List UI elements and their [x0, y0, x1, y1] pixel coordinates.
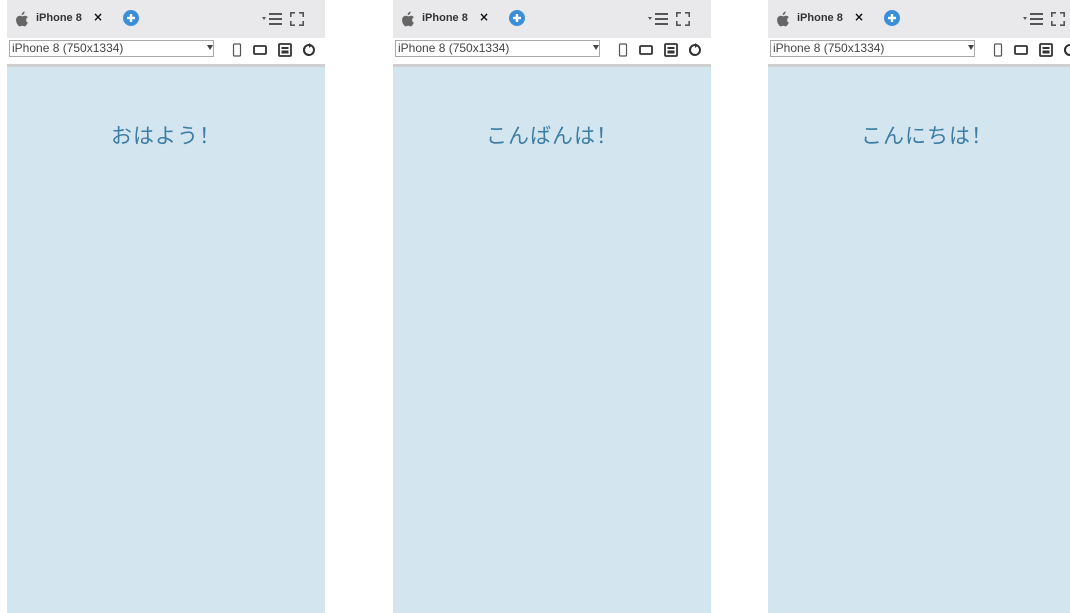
rotate-icon[interactable] — [688, 43, 702, 57]
add-tab-icon[interactable] — [509, 10, 525, 26]
close-tab-button[interactable]: × — [479, 10, 489, 24]
device-panel-2: iPhone 8 × iPhone 8 (750x1334) こんばんは！ — [393, 0, 711, 613]
tab-label: iPhone 8 — [797, 12, 843, 24]
device-toolbar: iPhone 8 (750x1334) — [768, 38, 1070, 67]
device-panel-3: iPhone 8 × iPhone 8 (750x1334) こんにちは！ — [768, 0, 1070, 613]
greeting-text: こんにちは！ — [861, 124, 993, 148]
expand-icon[interactable] — [290, 12, 304, 26]
device-toolbar: iPhone 8 (750x1334) — [393, 38, 711, 67]
chevron-down-icon — [207, 45, 213, 50]
screenshot-icon[interactable] — [278, 43, 292, 57]
device-tab[interactable]: iPhone 8 × — [393, 0, 494, 38]
add-tab-icon[interactable] — [884, 10, 900, 26]
rotate-icon[interactable] — [1063, 43, 1070, 57]
portrait-icon[interactable] — [230, 43, 244, 57]
device-tab[interactable]: iPhone 8 × — [7, 0, 108, 38]
chevron-down-icon — [593, 45, 599, 50]
expand-icon[interactable] — [1051, 12, 1065, 26]
portrait-icon[interactable] — [616, 43, 630, 57]
menu-icon[interactable] — [1023, 12, 1045, 26]
apple-icon — [16, 11, 28, 27]
device-select[interactable]: iPhone 8 (750x1334) — [9, 40, 214, 57]
landscape-icon[interactable] — [639, 43, 653, 57]
tab-label: iPhone 8 — [422, 12, 468, 24]
device-tab[interactable]: iPhone 8 × — [768, 0, 869, 38]
device-select[interactable]: iPhone 8 (750x1334) — [395, 40, 600, 57]
device-viewport: おはよう！ — [7, 67, 325, 613]
add-tab-icon[interactable] — [123, 10, 139, 26]
expand-icon[interactable] — [676, 12, 690, 26]
portrait-icon[interactable] — [991, 43, 1005, 57]
emulator-stage: iPhone 8 × iPhone 8 (750x1334) おはよう！ iPh… — [0, 0, 1070, 613]
device-select-value: iPhone 8 (750x1334) — [398, 41, 510, 55]
chevron-down-icon — [968, 45, 974, 50]
apple-icon — [402, 11, 414, 27]
close-tab-button[interactable]: × — [854, 10, 864, 24]
landscape-icon[interactable] — [1014, 43, 1028, 57]
screenshot-icon[interactable] — [664, 43, 678, 57]
device-panel-1: iPhone 8 × iPhone 8 (750x1334) おはよう！ — [7, 0, 325, 613]
device-select[interactable]: iPhone 8 (750x1334) — [770, 40, 975, 57]
tab-bar: iPhone 8 × — [393, 0, 711, 38]
tab-bar: iPhone 8 × — [768, 0, 1070, 38]
menu-icon[interactable] — [262, 12, 284, 26]
device-select-value: iPhone 8 (750x1334) — [12, 41, 124, 55]
device-toolbar: iPhone 8 (750x1334) — [7, 38, 325, 67]
device-viewport: こんにちは！ — [768, 67, 1070, 613]
menu-icon[interactable] — [648, 12, 670, 26]
tab-bar: iPhone 8 × — [7, 0, 325, 38]
rotate-icon[interactable] — [302, 43, 316, 57]
screenshot-icon[interactable] — [1039, 43, 1053, 57]
greeting-text: こんばんは！ — [486, 124, 618, 148]
device-viewport: こんばんは！ — [393, 67, 711, 613]
close-tab-button[interactable]: × — [93, 10, 103, 24]
greeting-text: おはよう！ — [111, 124, 221, 148]
apple-icon — [777, 11, 789, 27]
landscape-icon[interactable] — [253, 43, 267, 57]
tab-label: iPhone 8 — [36, 12, 82, 24]
device-select-value: iPhone 8 (750x1334) — [773, 41, 885, 55]
